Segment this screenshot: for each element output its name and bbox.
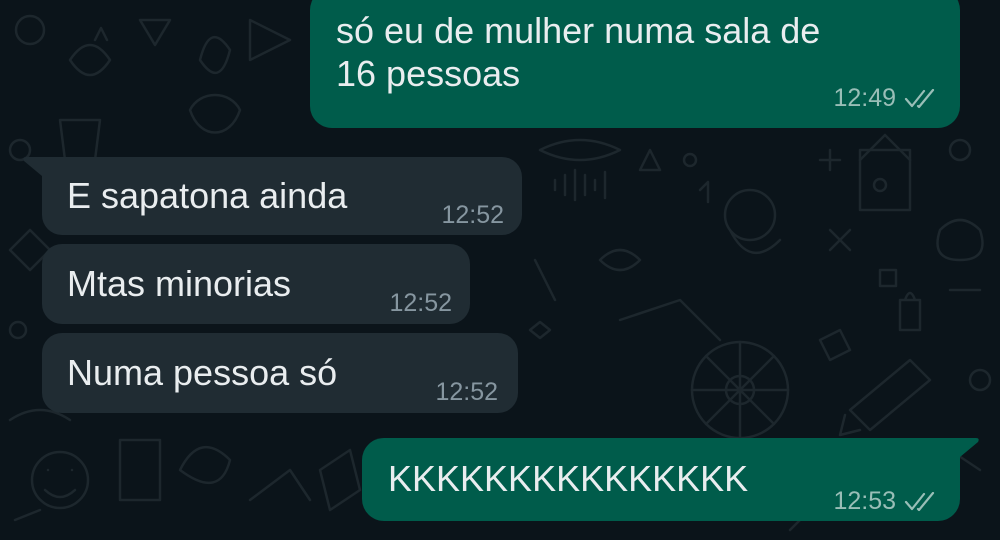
message-text: KKKKKKKKKKKKKKK xyxy=(388,458,749,499)
message-meta: 12:53 xyxy=(833,480,938,523)
message-time: 12:52 xyxy=(441,201,504,229)
message-bubble-outgoing[interactable]: KKKKKKKKKKKKKKK 12:53 xyxy=(362,438,960,521)
message-text: E sapatona ainda xyxy=(67,175,348,216)
double-check-icon xyxy=(904,88,935,108)
message-bubble-incoming[interactable]: Numa pessoa só 12:52 xyxy=(42,333,518,413)
message-time: 12:52 xyxy=(435,378,498,406)
message-text: Numa pessoa só xyxy=(67,352,338,393)
message-meta: 12:52 xyxy=(435,371,498,414)
message-bubble-incoming[interactable]: E sapatona ainda 12:52 xyxy=(42,157,522,235)
message-bubble-incoming[interactable]: Mtas minorias 12:52 xyxy=(42,244,470,324)
message-time: 12:49 xyxy=(833,84,896,112)
message-meta: 12:52 xyxy=(441,194,504,237)
message-meta: 12:49 xyxy=(833,77,938,120)
message-meta: 12:52 xyxy=(389,282,452,325)
message-time: 12:52 xyxy=(389,289,452,317)
message-text: só eu de mulher numa sala de 16 pessoas xyxy=(336,10,821,94)
bubble-tail xyxy=(950,438,979,462)
message-time: 12:53 xyxy=(833,487,896,515)
message-text: Mtas minorias xyxy=(67,263,292,304)
double-check-icon xyxy=(904,491,935,511)
message-bubble-outgoing[interactable]: só eu de mulher numa sala de 16 pessoas … xyxy=(310,0,960,128)
